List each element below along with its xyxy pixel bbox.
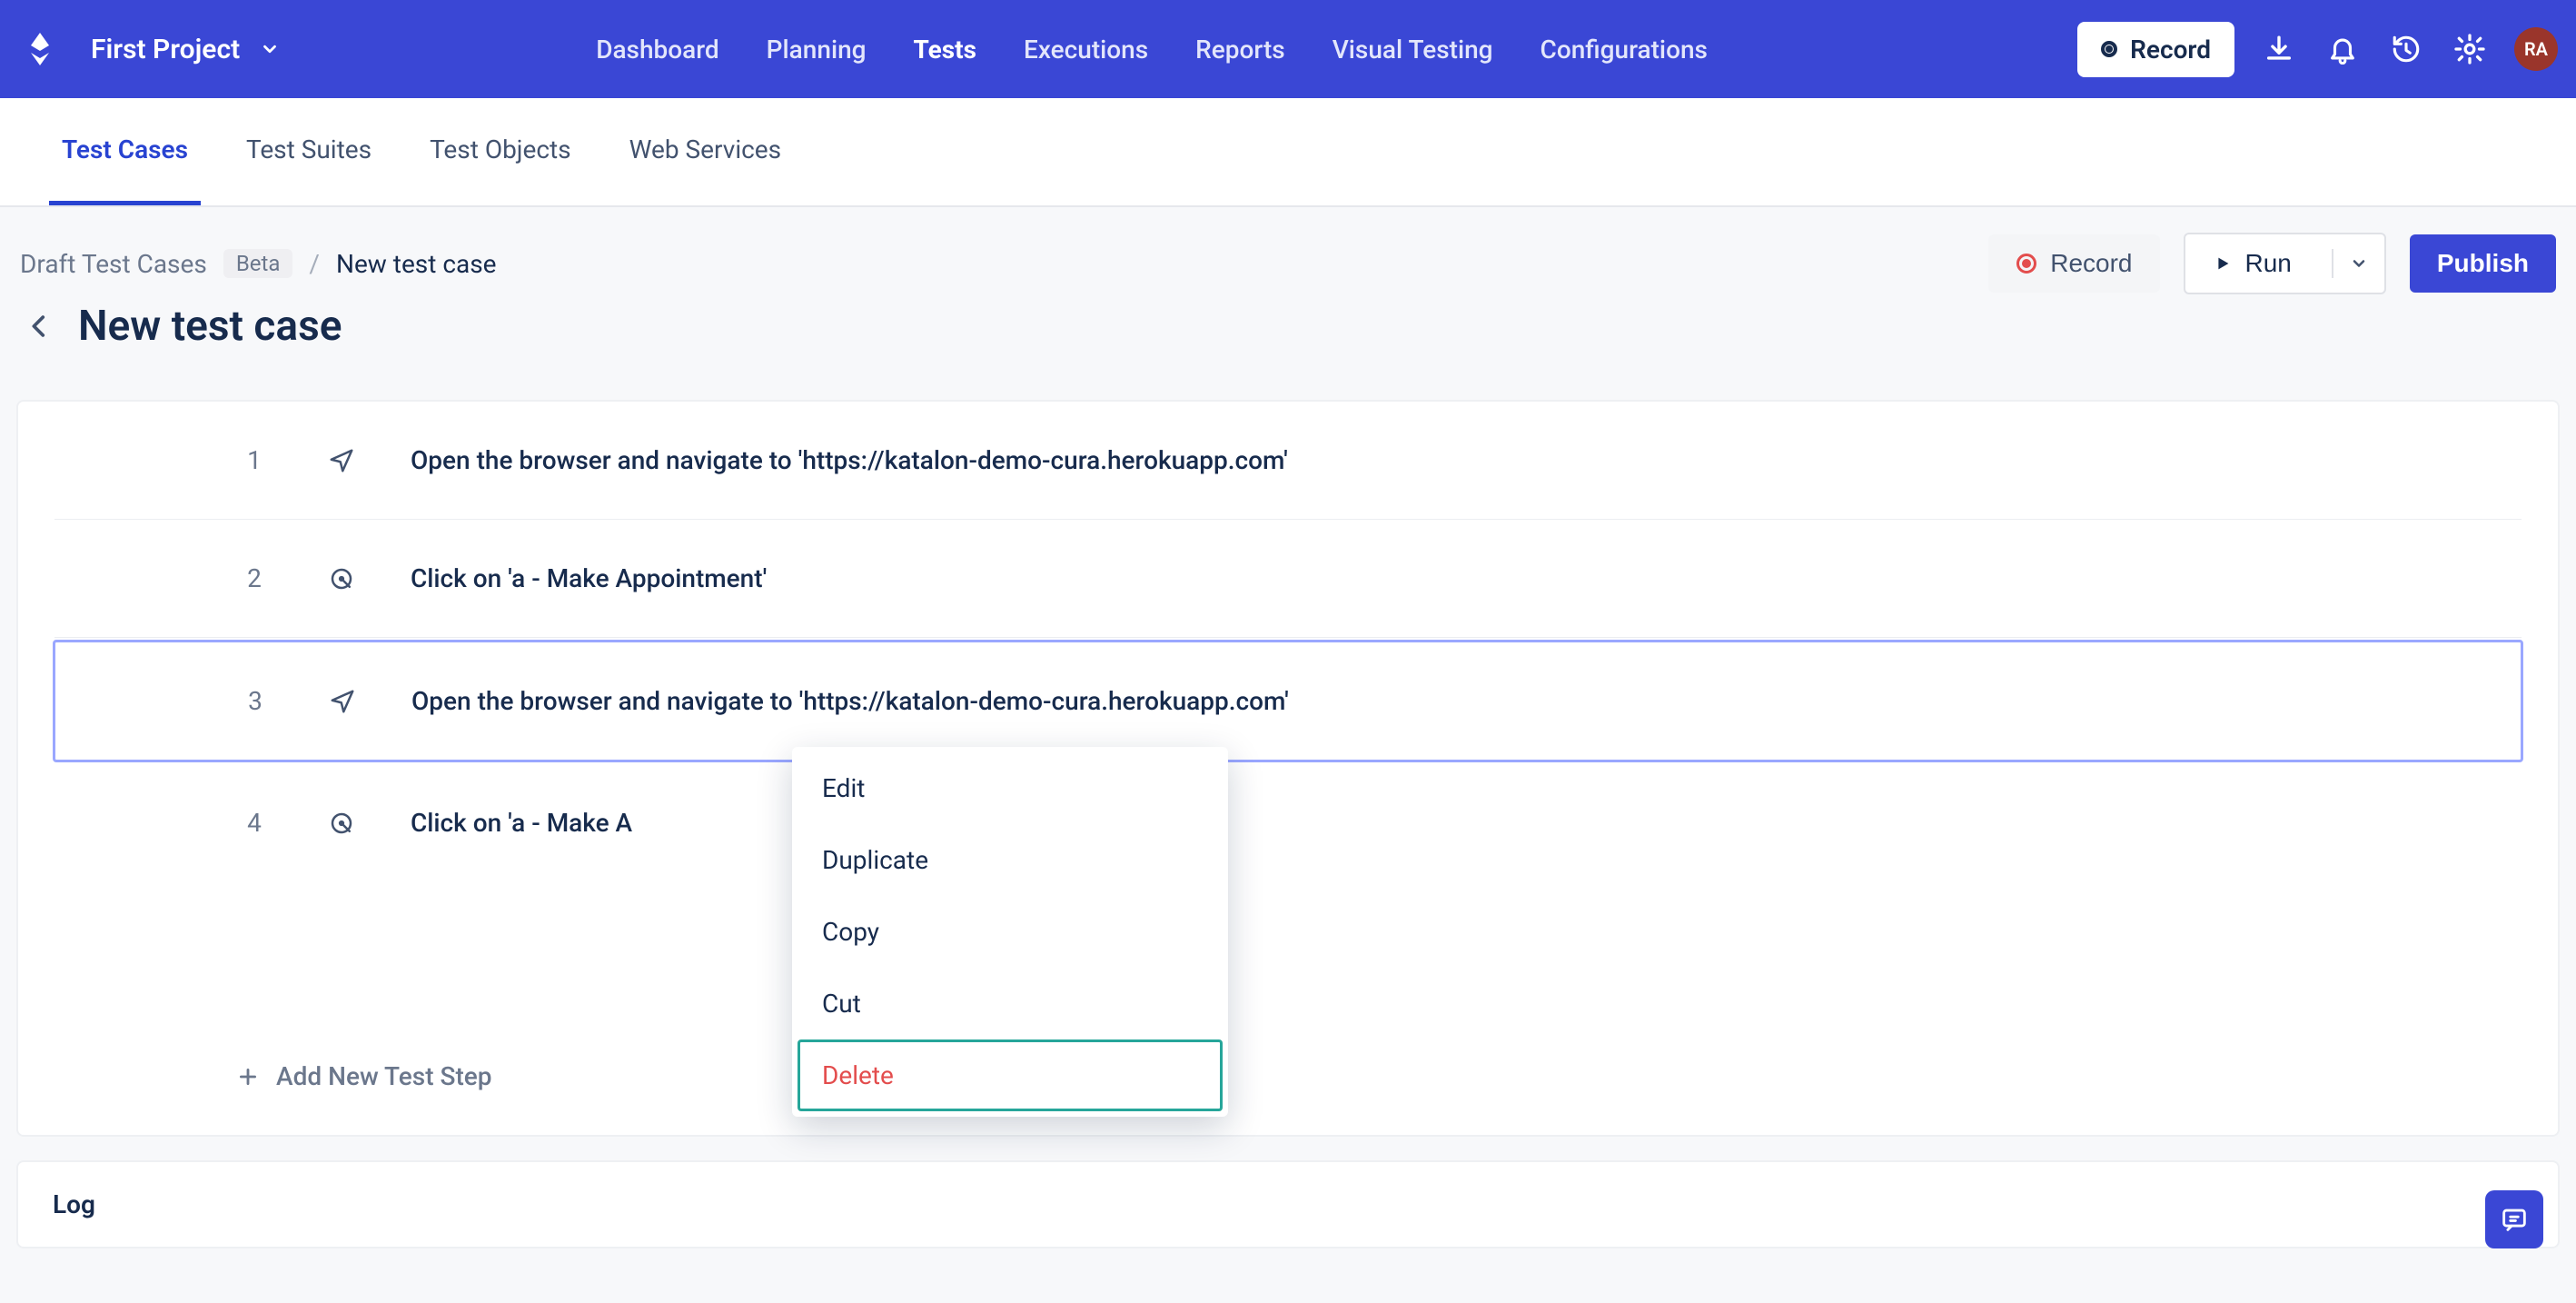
subtabs: Test Cases Test Suites Test Objects Web … xyxy=(0,98,2576,207)
step-number: 1 xyxy=(236,445,272,475)
subtab-test-suites[interactable]: Test Suites xyxy=(233,98,384,205)
publish-button[interactable]: Publish xyxy=(2410,234,2556,293)
help-floating-button[interactable] xyxy=(2485,1190,2543,1248)
breadcrumb-current: New test case xyxy=(336,249,497,279)
menu-item-delete[interactable]: Delete xyxy=(798,1039,1223,1111)
run-button-label: Run xyxy=(2245,249,2292,278)
nav-tests[interactable]: Tests xyxy=(914,25,976,74)
step-number: 2 xyxy=(236,563,272,593)
menu-item-cut[interactable]: Cut xyxy=(798,968,1223,1039)
chevron-down-icon xyxy=(260,39,280,59)
record-button-top[interactable]: Record xyxy=(2077,22,2234,77)
step-text: Click on 'a - Make A xyxy=(411,808,632,838)
menu-item-copy[interactable]: Copy xyxy=(798,896,1223,968)
add-new-test-step-button[interactable]: Add New Test Step xyxy=(54,1018,2522,1135)
nav-dashboard[interactable]: Dashboard xyxy=(596,25,718,74)
breadcrumb: Draft Test Cases Beta / New test case xyxy=(20,249,497,279)
beta-badge: Beta xyxy=(223,249,293,278)
navigate-icon xyxy=(327,446,356,475)
step-row[interactable]: 4 Click on 'a - Make A xyxy=(54,764,2522,881)
record-button-label: Record xyxy=(2050,249,2132,278)
page-title: New test case xyxy=(78,302,342,351)
step-text: Open the browser and navigate to 'https:… xyxy=(411,445,1288,475)
history-icon[interactable] xyxy=(2387,30,2425,68)
subtab-web-services[interactable]: Web Services xyxy=(617,98,794,205)
nav-reports[interactable]: Reports xyxy=(1195,25,1285,74)
page-area: Draft Test Cases Beta / New test case Re… xyxy=(0,207,2576,1303)
nav-configurations[interactable]: Configurations xyxy=(1541,25,1708,74)
bell-icon[interactable] xyxy=(2323,30,2362,68)
subtab-test-objects[interactable]: Test Objects xyxy=(417,98,584,205)
topbar: First Project Dashboard Planning Tests E… xyxy=(0,0,2576,98)
breadcrumb-draft[interactable]: Draft Test Cases xyxy=(20,249,207,279)
back-arrow-icon[interactable] xyxy=(20,307,58,345)
nav-executions[interactable]: Executions xyxy=(1024,25,1148,74)
project-selector[interactable]: First Project xyxy=(84,25,287,75)
help-icon xyxy=(2499,1204,2530,1235)
avatar[interactable]: RA xyxy=(2514,27,2558,71)
context-menu: Edit Duplicate Copy Cut Delete xyxy=(792,747,1228,1117)
step-row[interactable]: 1 Open the browser and navigate to 'http… xyxy=(54,402,2522,520)
plus-icon xyxy=(236,1065,260,1089)
gear-icon[interactable] xyxy=(2451,30,2489,68)
download-icon[interactable] xyxy=(2260,30,2298,68)
steps-panel: 1 Open the browser and navigate to 'http… xyxy=(16,400,2560,1137)
topbar-right: Record RA xyxy=(2077,22,2558,77)
log-panel-toggle[interactable]: Log xyxy=(16,1160,2560,1248)
click-icon xyxy=(327,564,356,593)
run-button[interactable]: Run xyxy=(2184,233,2386,294)
step-row-selected[interactable]: 3 Open the browser and navigate to 'http… xyxy=(53,640,2523,762)
step-number: 3 xyxy=(237,686,273,716)
publish-button-label: Publish xyxy=(2437,249,2529,278)
step-text: Click on 'a - Make Appointment' xyxy=(411,563,767,593)
run-dropdown-toggle[interactable] xyxy=(2332,249,2384,278)
record-dot-icon xyxy=(2101,41,2117,57)
subtab-test-cases[interactable]: Test Cases xyxy=(49,98,201,205)
menu-item-edit[interactable]: Edit xyxy=(798,752,1223,824)
breadcrumb-separator: / xyxy=(309,249,320,279)
header-actions: Record Run Publish xyxy=(1988,233,2556,294)
step-text: Open the browser and navigate to 'https:… xyxy=(411,686,1289,716)
add-step-label: Add New Test Step xyxy=(276,1061,492,1091)
record-red-dot-icon xyxy=(2016,253,2037,274)
log-title: Log xyxy=(53,1189,95,1219)
breadcrumb-row: Draft Test Cases Beta / New test case Re… xyxy=(9,233,2567,294)
app-logo-icon[interactable] xyxy=(22,31,58,67)
step-number: 4 xyxy=(236,808,272,838)
top-navigation: Dashboard Planning Tests Executions Repo… xyxy=(596,25,1708,74)
nav-visual-testing[interactable]: Visual Testing xyxy=(1333,25,1493,74)
header-row: New test case xyxy=(9,294,2567,378)
navigate-icon xyxy=(328,687,357,716)
nav-planning[interactable]: Planning xyxy=(767,25,867,74)
play-icon xyxy=(2213,254,2233,274)
project-name: First Project xyxy=(91,34,240,65)
step-row[interactable]: 2 Click on 'a - Make Appointment' xyxy=(54,520,2522,638)
menu-item-duplicate[interactable]: Duplicate xyxy=(798,824,1223,896)
record-button[interactable]: Record xyxy=(1988,234,2159,293)
click-icon xyxy=(327,809,356,838)
record-button-top-label: Record xyxy=(2130,35,2211,65)
